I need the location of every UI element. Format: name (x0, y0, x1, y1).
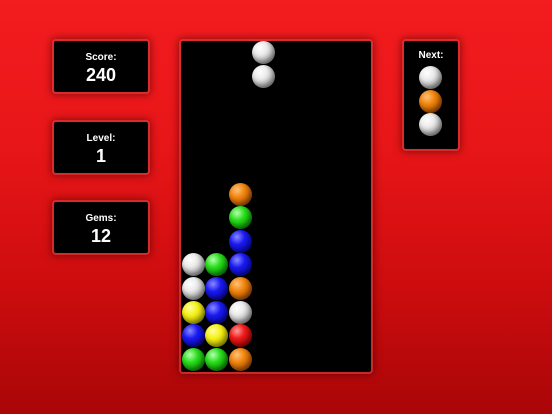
level-value: 1 (95, 146, 106, 166)
stacked-gem-green (181, 347, 205, 371)
gems-panel: Gems: 12 (54, 202, 148, 253)
falling-gem-white (252, 41, 276, 64)
stacked-gem-green (228, 206, 252, 230)
stacked-gem-white (181, 253, 205, 277)
level-label: Level: (86, 133, 116, 144)
stacked-gem-white (181, 277, 205, 300)
score-label: Score: (85, 52, 117, 63)
level-panel: Level: 1 (54, 122, 148, 173)
stacked-gem-green (205, 253, 229, 277)
gems-label: Gems: (85, 213, 117, 224)
gems-value: 12 (90, 226, 112, 246)
stacked-gem-blue (181, 324, 205, 348)
score-value: 240 (85, 65, 117, 85)
game-board[interactable] (181, 41, 371, 372)
stacked-gem-red (228, 324, 252, 348)
stacked-gem-orange (228, 277, 252, 300)
next-piece-panel: Next: (404, 41, 458, 149)
next-label: Next: (418, 50, 444, 61)
stacked-gem-yellow (205, 324, 229, 348)
next-gem-white (419, 66, 442, 89)
stacked-gem-blue (205, 300, 229, 324)
next-gem-orange (419, 89, 442, 113)
next-gem-white (419, 113, 442, 137)
stacked-gem-white (228, 300, 252, 324)
stacked-gem-blue (228, 253, 252, 277)
stacked-gem-yellow (181, 300, 205, 324)
stacked-gem-blue (205, 277, 229, 300)
score-panel: Score: 240 (54, 41, 148, 92)
stacked-gem-orange (228, 182, 252, 206)
stacked-gem-green (205, 347, 229, 371)
stacked-gem-blue (228, 229, 252, 253)
stacked-gem-orange (228, 347, 252, 371)
falling-gem-white (252, 64, 276, 88)
